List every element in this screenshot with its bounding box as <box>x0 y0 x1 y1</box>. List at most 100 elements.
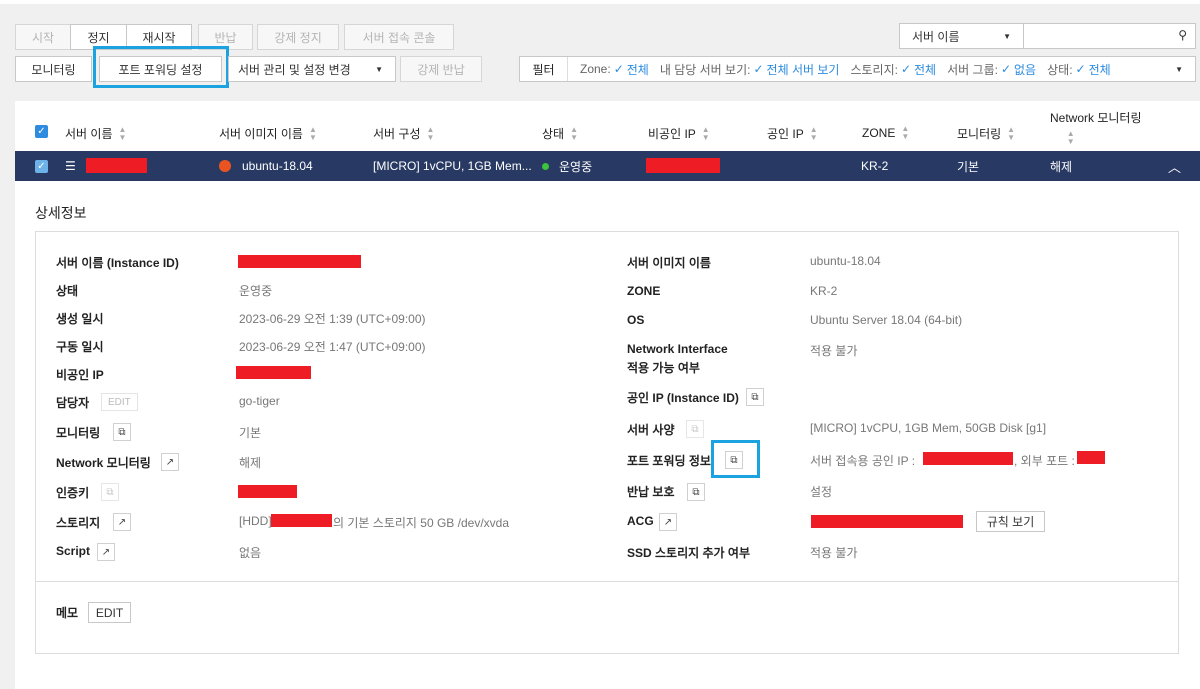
monitoring-label: 모니터링 <box>56 426 101 440</box>
instance-label: 서버 이름 (Instance ID) <box>56 256 179 270</box>
search-type-label: 서버 이름 <box>912 29 960 44</box>
sort-icon: ▲ ▼ <box>1066 129 1075 146</box>
copy-icon[interactable]: ⧉ <box>101 483 119 501</box>
storage-prefix: [HDD] <box>239 514 272 528</box>
owner-label: 담당자 <box>56 396 90 410</box>
external-link-icon[interactable]: ↗ <box>161 453 179 471</box>
filter-group-value[interactable]: 없음 <box>1014 61 1036 78</box>
started-value: 2023-06-29 오전 1:47 (UTC+09:00) <box>239 340 426 354</box>
check-icon: ✓ <box>900 62 912 76</box>
col-image-name[interactable]: 서버 이미지 이름 ▲ ▼ <box>219 125 317 142</box>
os-label: OS <box>627 313 645 327</box>
row-zone: KR-2 <box>861 159 889 173</box>
ni-value: 적용 불가 <box>810 344 858 358</box>
col-network-monitoring[interactable]: Network 모니터링 ▲ ▼ <box>1050 109 1142 146</box>
sort-icon: ▲ ▼ <box>426 124 435 142</box>
ssd-value: 적용 불가 <box>810 546 858 560</box>
storage-label: 스토리지 <box>56 516 101 530</box>
col-private-ip[interactable]: 비공인 IP ▲ ▼ <box>648 125 710 142</box>
caret-down-icon: ▼ <box>1003 31 1011 41</box>
copy-icon[interactable]: ⧉ <box>686 420 704 438</box>
force-stop-button[interactable]: 강제 정지 <box>257 24 339 50</box>
col-server-spec[interactable]: 서버 구성 ▲ ▼ <box>373 125 434 142</box>
row-checkbox[interactable]: ✓ <box>35 159 48 173</box>
col-public-ip[interactable]: 공인 IP ▲ ▼ <box>767 125 818 142</box>
filter-zone-key: Zone: <box>580 62 611 76</box>
storage-suffix: 의 기본 스토리지 50 GB /dev/xvda <box>333 516 509 530</box>
server-console-button[interactable]: 서버 접속 콘솔 <box>344 24 454 50</box>
external-link-icon[interactable]: ↗ <box>97 543 115 561</box>
copy-icon[interactable]: ⧉ <box>746 388 764 406</box>
row-network-monitoring: 해제 <box>1050 159 1073 174</box>
sort-icon: ▲ ▼ <box>570 124 579 142</box>
filter-storage-value[interactable]: 전체 <box>914 61 936 78</box>
sort-icon: ▲ ▼ <box>809 124 818 142</box>
search-input[interactable]: ⚲ <box>1023 23 1196 49</box>
collapse-chevron-icon[interactable]: ︿ <box>1168 151 1181 181</box>
table-row[interactable]: ✓ ☰ ubuntu-18.04 [MICRO] 1vCPU, 1GB Mem.… <box>15 151 1200 181</box>
row-status: 운영중 <box>559 159 593 174</box>
col-server-name[interactable]: 서버 이름 ▲ ▼ <box>65 125 126 142</box>
image-value: ubuntu-18.04 <box>810 254 881 268</box>
image-label: 서버 이미지 이름 <box>627 256 711 270</box>
owner-edit-button[interactable]: EDIT <box>101 393 138 411</box>
detail-box <box>35 231 1179 654</box>
check-icon: ✓ <box>1000 62 1012 76</box>
server-manage-dropdown[interactable]: 서버 관리 및 설정 변경 ▼ <box>228 56 396 82</box>
copy-icon[interactable]: ⧉ <box>113 423 131 441</box>
pf-copy-highlight <box>711 440 760 478</box>
memo-label: 메모 <box>56 606 79 620</box>
row-monitoring: 기본 <box>957 159 980 174</box>
script-label: Script <box>56 544 91 558</box>
select-all-checkbox[interactable]: ✓ <box>35 125 48 138</box>
redacted-acg <box>811 515 963 528</box>
col-zone[interactable]: ZONE ▲ ▼ <box>862 125 909 141</box>
return-protect-value: 설정 <box>810 485 833 499</box>
ssd-label: SSD 스토리지 추가 여부 <box>627 546 750 560</box>
redacted-pf-port <box>1077 451 1105 464</box>
pf-label: 포트 포워딩 정보 <box>627 454 711 468</box>
filter-status-value[interactable]: 전체 <box>1089 61 1111 78</box>
check-icon: ✓ <box>1075 62 1086 76</box>
pf-value-2: , 외부 포트 : <box>1014 454 1075 468</box>
netmon-label: Network 모니터링 <box>56 456 151 470</box>
memo-edit-button[interactable]: EDIT <box>88 602 131 623</box>
copy-icon[interactable]: ⧉ <box>687 483 705 501</box>
force-return-button[interactable]: 강제 반납 <box>400 56 482 82</box>
zone-label: ZONE <box>627 284 661 298</box>
search-icon[interactable]: ⚲ <box>1178 28 1187 42</box>
server-icon: ☰ <box>65 159 76 173</box>
private-ip-label: 비공인 IP <box>56 368 104 382</box>
external-link-icon[interactable]: ↗ <box>113 513 131 531</box>
external-link-icon[interactable]: ↗ <box>659 513 677 531</box>
sort-icon: ▲ ▼ <box>701 124 710 142</box>
monitoring-value: 기본 <box>239 426 262 440</box>
filter-zone-value[interactable]: 전체 <box>627 61 649 78</box>
started-label: 구동 일시 <box>56 340 104 354</box>
filter-owner-value[interactable]: 전체 서버 보기 <box>767 61 840 78</box>
sort-icon: ▲ ▼ <box>118 124 127 142</box>
owner-value: go-tiger <box>239 394 280 408</box>
select-all-checkbox-wrap[interactable]: ✓ <box>35 125 48 138</box>
check-icon: ✓ <box>753 62 764 76</box>
col-status[interactable]: 상태 ▲ ▼ <box>542 125 578 142</box>
status-label: 상태 <box>56 284 79 298</box>
monitoring-button[interactable]: 모니터링 <box>15 56 92 82</box>
check-icon: ✓ <box>613 62 624 76</box>
script-value: 없음 <box>239 546 262 560</box>
return-protect-label: 반납 보호 <box>627 485 675 499</box>
ni-label-1: Network Interface <box>627 342 728 356</box>
status-value: 운영중 <box>239 284 273 298</box>
filter-group-key: 서버 그룹: <box>947 62 998 77</box>
filter-bar[interactable]: 필터 Zone: ✓ 전체 내 담당 서버 보기: ✓ 전체 서버 보기 스토리… <box>519 56 1196 82</box>
zone-value: KR-2 <box>810 284 838 298</box>
os-value: Ubuntu Server 18.04 (64-bit) <box>810 313 963 327</box>
sort-icon: ▲ ▼ <box>308 124 317 142</box>
search-type-select[interactable]: 서버 이름 ▼ <box>899 23 1024 49</box>
rule-view-button[interactable]: 규칙 보기 <box>976 511 1045 532</box>
redacted-pf-ip <box>923 452 1013 465</box>
ni-label-2: 적용 가능 여부 <box>627 361 700 375</box>
start-button[interactable]: 시작 <box>15 24 71 50</box>
redacted-storage <box>271 514 332 527</box>
public-ip-label: 공인 IP (Instance ID) <box>627 391 739 405</box>
